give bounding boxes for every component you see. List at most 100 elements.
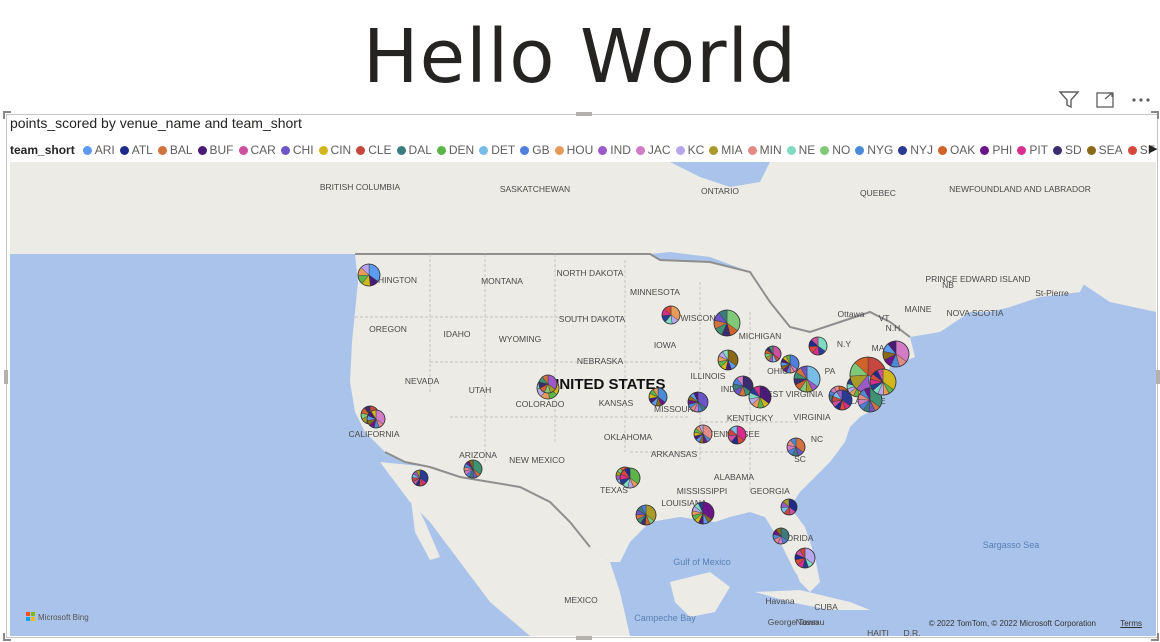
map-label-illinois: ILLINOIS (691, 371, 726, 381)
map-label-vt: VT (879, 313, 890, 323)
legend-item-nyj[interactable]: NYJ (898, 143, 933, 157)
legend-label: ARI (94, 143, 115, 157)
legend-item-den[interactable]: DEN (436, 143, 474, 157)
legend-item-cin[interactable]: CIN (318, 143, 351, 157)
legend-item-sea[interactable]: SEA (1086, 143, 1123, 157)
resize-handle-bottom[interactable] (576, 636, 592, 640)
legend-item-kc[interactable]: KC (675, 143, 705, 157)
resize-handle-top[interactable] (576, 112, 592, 116)
legend-swatch (157, 145, 167, 155)
focus-mode-icon[interactable] (1094, 90, 1116, 110)
venue-pie-marker[interactable] (772, 527, 790, 545)
legend-item-buf[interactable]: BUF (197, 143, 234, 157)
map-label-virginia: VIRGINIA (793, 412, 831, 422)
venue-pie-marker[interactable] (748, 385, 772, 409)
legend-item-dal[interactable]: DAL (396, 143, 432, 157)
map-label-st-pierre: St-Pierre (1035, 288, 1069, 298)
venue-pie-marker[interactable] (780, 498, 798, 516)
legend-item-min[interactable]: MIN (747, 143, 782, 157)
page-title: Hello World (362, 14, 798, 100)
legend-next-arrow-icon[interactable]: ▶ (1149, 142, 1157, 155)
venue-pie-marker[interactable] (764, 345, 782, 363)
legend-item-atl[interactable]: ATL (119, 143, 153, 157)
map-label-oklahoma: OKLAHOMA (604, 432, 653, 442)
legend-swatch (82, 145, 92, 155)
venue-pie-marker[interactable] (794, 547, 816, 569)
legend-item-pit[interactable]: PIT (1017, 143, 1048, 157)
venue-pie-marker[interactable] (538, 374, 558, 394)
venue-pie-marker[interactable] (357, 263, 381, 287)
map-label-south-dakota: SOUTH DAKOTA (559, 314, 626, 324)
more-options-icon[interactable] (1130, 90, 1152, 110)
legend-item-oak[interactable]: OAK (937, 143, 975, 157)
venue-pie-marker[interactable] (693, 424, 713, 444)
legend-item-nyg[interactable]: NYG (855, 143, 893, 157)
legend-label: NE (798, 143, 816, 157)
legend-swatch (520, 145, 530, 155)
map-canvas[interactable]: BRITISH COLUMBIA SASKATCHEWAN ONTARIO QUEBE… (10, 162, 1156, 636)
legend-item-ind[interactable]: IND (598, 143, 631, 157)
map-label-kansas: KANSAS (599, 398, 634, 408)
legend-item-chi[interactable]: CHI (280, 143, 314, 157)
terms-link[interactable]: Terms (1120, 619, 1142, 628)
map-label-oregon: OREGON (369, 324, 407, 334)
venue-pie-marker[interactable] (687, 391, 709, 413)
venue-pie-marker[interactable] (808, 336, 828, 356)
venue-pie-marker[interactable] (463, 459, 483, 479)
venue-pie-marker[interactable] (786, 437, 806, 457)
legend-label: NYJ (910, 143, 933, 157)
venue-pie-marker[interactable] (717, 349, 739, 371)
microsoft-logo-icon (26, 612, 35, 621)
venue-pie-marker[interactable] (793, 365, 821, 393)
map-label-wyoming: WYOMING (499, 334, 542, 344)
legend-item-hou[interactable]: HOU (554, 143, 594, 157)
legend-label: MIN (759, 143, 782, 157)
resize-handle-left[interactable] (4, 370, 8, 384)
legend-item-no[interactable]: NO (820, 143, 850, 157)
map-label-quebec: QUEBEC (860, 188, 896, 198)
venue-pie-marker[interactable] (869, 368, 897, 396)
resize-handle-right[interactable] (1156, 370, 1160, 384)
legend-title: team_short (10, 143, 75, 157)
venue-pie-marker[interactable] (691, 501, 715, 525)
legend-label: HOU (566, 143, 594, 157)
legend-swatch (937, 145, 947, 155)
legend-item-ne[interactable]: NE (786, 143, 816, 157)
resize-corner-top-right[interactable] (1151, 111, 1159, 119)
legend-item-car[interactable]: CAR (238, 143, 276, 157)
venue-pie-marker[interactable] (661, 305, 681, 325)
venue-pie-marker[interactable] (411, 469, 429, 487)
map-label-iowa: IOWA (654, 340, 677, 350)
legend-item-gb[interactable]: GB (520, 143, 550, 157)
legend-label: IND (610, 143, 631, 157)
legend-item-phi[interactable]: PHI (980, 143, 1012, 157)
filter-icon[interactable] (1058, 90, 1080, 110)
legend-label: KC (687, 143, 705, 157)
venue-pie-marker[interactable] (727, 425, 747, 445)
venue-pie-marker[interactable] (831, 389, 853, 411)
venue-pie-marker[interactable] (882, 340, 910, 368)
venue-pie-marker[interactable] (366, 409, 386, 429)
legend-item-cle[interactable]: CLE (356, 143, 392, 157)
visual-title: points_scored by venue_name and team_sho… (10, 115, 302, 131)
venue-pie-marker[interactable] (635, 504, 657, 526)
legend-swatch (747, 145, 757, 155)
legend-label: CHI (292, 143, 314, 157)
legend-label: CAR (250, 143, 276, 157)
map-label-kentucky: KENTUCKY (727, 413, 774, 423)
legend-item-sd[interactable]: SD (1053, 143, 1082, 157)
legend-item-bal[interactable]: BAL (157, 143, 193, 157)
legend-item-det[interactable]: DET (479, 143, 515, 157)
legend-swatch (1053, 145, 1062, 155)
venue-pie-marker[interactable] (619, 467, 641, 489)
legend-swatch (436, 145, 446, 155)
venue-pie-marker[interactable] (648, 387, 668, 407)
map[interactable]: BRITISH COLUMBIA SASKATCHEWAN ONTARIO QUEBE… (10, 162, 1156, 636)
map-label-arizona: ARIZONA (459, 450, 497, 460)
legend-item-ari[interactable]: ARI (82, 143, 115, 157)
legend-item-jac[interactable]: JAC (635, 143, 671, 157)
venue-pie-marker[interactable] (713, 309, 741, 337)
map-label-country: UNITED STATES (549, 376, 666, 393)
venue-pie-marker[interactable] (780, 354, 800, 374)
legend-item-mia[interactable]: MIA (709, 143, 743, 157)
